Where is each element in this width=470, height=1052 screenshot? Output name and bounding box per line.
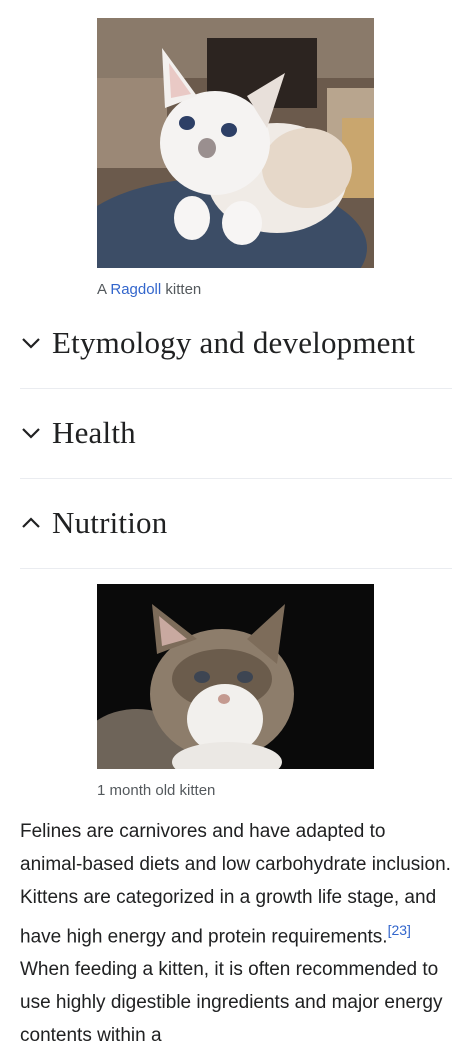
caption-text: kitten: [161, 281, 202, 298]
citation-link[interactable]: [23]: [388, 922, 411, 938]
section-title: Health: [52, 415, 136, 450]
ragdoll-link[interactable]: Ragdoll: [110, 281, 161, 298]
section-nutrition[interactable]: Nutrition: [20, 478, 452, 569]
paragraph-text: When feeding a kitten, it is often recom…: [20, 959, 443, 1047]
paragraph-text: Felines are carnivores and have adapted …: [20, 821, 451, 948]
figure-caption: A Ragdoll kitten: [97, 281, 374, 299]
figure-caption: 1 month old kitten: [97, 782, 216, 799]
section-health[interactable]: Health: [20, 388, 452, 479]
caption-text: A: [97, 281, 111, 298]
tabby-kitten-image[interactable]: [97, 584, 374, 769]
section-title: Nutrition: [52, 505, 168, 540]
figure-ragdoll: A Ragdoll kitten: [97, 18, 374, 299]
chevron-down-icon: [20, 422, 42, 444]
chevron-up-icon: [20, 512, 42, 534]
nutrition-paragraph: Felines are carnivores and have adapted …: [20, 815, 452, 1052]
chevron-down-icon: [20, 332, 42, 354]
section-etymology[interactable]: Etymology and development: [20, 298, 452, 389]
figure-month-old-kitten: 1 month old kitten: [97, 584, 374, 800]
ragdoll-kitten-image[interactable]: [97, 18, 374, 268]
section-title: Etymology and development: [52, 325, 416, 360]
